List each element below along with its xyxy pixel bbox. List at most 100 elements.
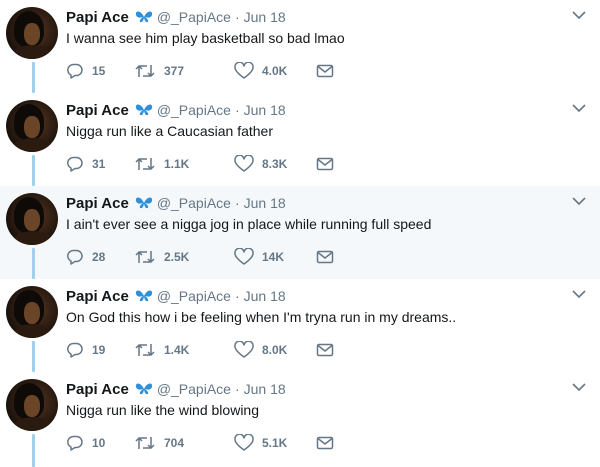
retweet-icon bbox=[135, 251, 155, 263]
like-count: 4.0K bbox=[262, 64, 288, 78]
user-handle[interactable]: @_PapiAce bbox=[157, 102, 231, 118]
butterfly-icon bbox=[135, 290, 152, 302]
reply-icon bbox=[67, 435, 83, 451]
retweet-button[interactable]: 377 bbox=[134, 61, 184, 81]
direct-message-button[interactable] bbox=[316, 61, 334, 81]
retweet-icon bbox=[135, 158, 155, 170]
avatar[interactable] bbox=[6, 193, 58, 245]
avatar[interactable] bbox=[6, 100, 58, 152]
reply-button[interactable]: 15 bbox=[66, 61, 105, 81]
direct-message-button[interactable] bbox=[316, 340, 334, 360]
user-handle[interactable]: @_PapiAce bbox=[157, 288, 231, 304]
separator-dot: · bbox=[234, 381, 240, 397]
envelope-icon bbox=[316, 250, 334, 264]
tweet-header: Papi Ace @_PapiAce · Jun 18 bbox=[66, 286, 286, 306]
thread-connector-line bbox=[32, 248, 35, 279]
reply-button[interactable]: 19 bbox=[66, 340, 105, 360]
retweet-button[interactable]: 2.5K bbox=[134, 247, 189, 267]
retweet-icon bbox=[135, 344, 155, 356]
reply-button[interactable]: 10 bbox=[66, 433, 105, 453]
display-name[interactable]: Papi Ace bbox=[66, 288, 129, 305]
tweet-header: Papi Ace @_PapiAce · Jun 18 bbox=[66, 193, 286, 213]
tweet-date[interactable]: Jun 18 bbox=[244, 195, 286, 211]
direct-message-button[interactable] bbox=[316, 433, 334, 453]
reply-icon bbox=[67, 342, 83, 358]
like-count: 14K bbox=[262, 250, 285, 264]
reply-button[interactable]: 31 bbox=[66, 154, 105, 174]
separator-dot: · bbox=[234, 288, 240, 304]
like-count: 8.3K bbox=[262, 157, 288, 171]
chevron-down-icon[interactable] bbox=[572, 196, 586, 206]
like-count: 5.1K bbox=[262, 436, 288, 450]
retweet-count: 704 bbox=[164, 436, 185, 450]
thread-connector-line bbox=[32, 155, 35, 186]
chevron-down-icon[interactable] bbox=[572, 382, 586, 392]
user-handle[interactable]: @_PapiAce bbox=[157, 195, 231, 211]
chevron-down-icon[interactable] bbox=[572, 103, 586, 113]
thread-connector-line bbox=[32, 341, 35, 372]
separator-dot: · bbox=[234, 102, 240, 118]
tweet-text: I wanna see him play basketball so bad l… bbox=[66, 30, 345, 46]
envelope-icon bbox=[316, 64, 334, 78]
tweet[interactable]: Papi Ace @_PapiAce · Jun 18 Nigga run li… bbox=[0, 93, 600, 186]
display-name[interactable]: Papi Ace bbox=[66, 381, 129, 398]
display-name[interactable]: Papi Ace bbox=[66, 102, 129, 119]
like-button[interactable]: 5.1K bbox=[234, 433, 287, 453]
retweet-button[interactable]: 1.4K bbox=[134, 340, 189, 360]
avatar[interactable] bbox=[6, 7, 58, 59]
user-handle[interactable]: @_PapiAce bbox=[157, 381, 231, 397]
reply-count: 31 bbox=[92, 157, 106, 171]
retweet-count: 1.1K bbox=[164, 157, 190, 171]
reply-count: 19 bbox=[92, 343, 106, 357]
like-button[interactable]: 14K bbox=[234, 247, 284, 267]
chevron-down-icon[interactable] bbox=[572, 10, 586, 20]
tweet[interactable]: Papi Ace @_PapiAce · Jun 18 On God this … bbox=[0, 279, 600, 372]
tweet-text: I ain't ever see a nigga jog in place wh… bbox=[66, 216, 432, 232]
tweet[interactable]: Papi Ace @_PapiAce · Jun 18 I wanna see … bbox=[0, 0, 600, 93]
retweet-count: 377 bbox=[164, 64, 185, 78]
retweet-count: 1.4K bbox=[164, 343, 190, 357]
butterfly-icon bbox=[135, 383, 152, 395]
tweet-thread: Papi Ace @_PapiAce · Jun 18 I wanna see … bbox=[0, 0, 600, 467]
user-handle[interactable]: @_PapiAce bbox=[157, 9, 231, 25]
butterfly-icon bbox=[135, 11, 152, 23]
retweet-icon bbox=[135, 65, 155, 77]
reply-icon bbox=[67, 156, 83, 172]
tweet-date[interactable]: Jun 18 bbox=[244, 288, 286, 304]
display-name[interactable]: Papi Ace bbox=[66, 195, 129, 212]
avatar[interactable] bbox=[6, 286, 58, 338]
tweet[interactable]: Papi Ace @_PapiAce · Jun 18 Nigga run li… bbox=[0, 372, 600, 467]
tweet-date[interactable]: Jun 18 bbox=[244, 9, 286, 25]
direct-message-button[interactable] bbox=[316, 247, 334, 267]
like-button[interactable]: 4.0K bbox=[234, 61, 287, 81]
reply-count: 28 bbox=[92, 250, 106, 264]
heart-icon bbox=[234, 248, 254, 265]
reply-count: 10 bbox=[92, 436, 106, 450]
butterfly-icon bbox=[135, 104, 152, 116]
direct-message-button[interactable] bbox=[316, 154, 334, 174]
retweet-button[interactable]: 704 bbox=[134, 433, 184, 453]
tweet[interactable]: Papi Ace @_PapiAce · Jun 18 I ain't ever… bbox=[0, 186, 600, 279]
reply-icon bbox=[67, 249, 83, 265]
retweet-button[interactable]: 1.1K bbox=[134, 154, 189, 174]
display-name[interactable]: Papi Ace bbox=[66, 9, 129, 26]
like-count: 8.0K bbox=[262, 343, 288, 357]
separator-dot: · bbox=[234, 9, 240, 25]
tweet-date[interactable]: Jun 18 bbox=[244, 381, 286, 397]
heart-icon bbox=[234, 434, 254, 451]
heart-icon bbox=[234, 62, 254, 79]
avatar[interactable] bbox=[6, 379, 58, 431]
tweet-header: Papi Ace @_PapiAce · Jun 18 bbox=[66, 379, 286, 399]
like-button[interactable]: 8.3K bbox=[234, 154, 287, 174]
like-button[interactable]: 8.0K bbox=[234, 340, 287, 360]
reply-button[interactable]: 28 bbox=[66, 247, 105, 267]
chevron-down-icon[interactable] bbox=[572, 289, 586, 299]
retweet-icon bbox=[135, 437, 155, 449]
separator-dot: · bbox=[234, 195, 240, 211]
tweet-header: Papi Ace @_PapiAce · Jun 18 bbox=[66, 100, 286, 120]
butterfly-icon bbox=[135, 197, 152, 209]
reply-count: 15 bbox=[92, 64, 106, 78]
envelope-icon bbox=[316, 436, 334, 450]
retweet-count: 2.5K bbox=[164, 250, 190, 264]
tweet-date[interactable]: Jun 18 bbox=[244, 102, 286, 118]
